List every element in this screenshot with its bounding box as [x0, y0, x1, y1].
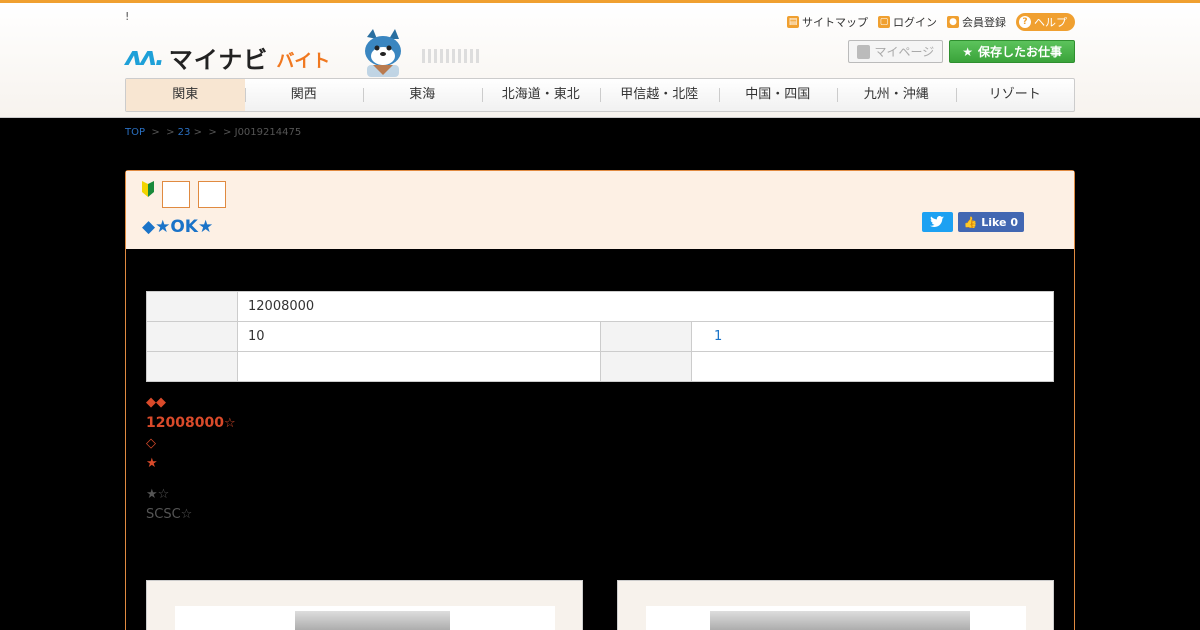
nav-item-hokkaido-tohoku[interactable]: 北海道・東北 [481, 79, 601, 111]
thumbs-up-icon: 👍 [963, 215, 978, 229]
table-cell [237, 351, 601, 382]
job-title: ◆★OK★ [142, 217, 214, 237]
logo-sub: バイト [276, 51, 331, 72]
photo-card [617, 580, 1054, 630]
hours-value: 10 [237, 321, 601, 352]
logo-mark: ʌʌ. [125, 42, 165, 72]
table-header-cell [146, 321, 238, 352]
facebook-like-button[interactable]: 👍 Like 0 [957, 212, 1024, 232]
desc-line: ★☆ [146, 487, 170, 502]
region-nav: 関東 関西 東海 北海道・東北 甲信越・北陸 中国・四国 九州・沖縄 リゾート [125, 78, 1075, 112]
info-link[interactable]: 1 [691, 321, 1054, 352]
staff-photo [710, 611, 970, 630]
mypage-label: マイページ [874, 45, 935, 59]
decorative-dots [422, 49, 479, 63]
table-header-cell [146, 291, 238, 322]
breadcrumb-sep: > > [145, 127, 178, 138]
saved-jobs-button[interactable]: ★ 保存したお仕事 [949, 40, 1075, 63]
register-label: 会員登録 [962, 16, 1006, 29]
sitemap-label: サイトマップ [802, 16, 868, 29]
login-label: ログイン [893, 16, 937, 29]
site-logo[interactable]: ʌʌ. マイナビ バイト [125, 37, 330, 77]
table-cell [691, 351, 1054, 382]
lock-icon: ▢ [878, 16, 890, 28]
table-header-cell [146, 351, 238, 382]
job-description: ◆◆ 12008000☆ ◇ ★ ★☆ SCSC☆ [146, 393, 236, 525]
nav-item-koshinetsu-hokuriku[interactable]: 甲信越・北陸 [600, 79, 719, 111]
notice-mark: ! [125, 10, 130, 23]
desc-line: SCSC☆ [146, 507, 193, 522]
register-link[interactable]: ● 会員登録 [947, 14, 1006, 30]
breadcrumb-area[interactable]: 23 [178, 127, 191, 138]
help-label: ヘルプ [1034, 16, 1067, 29]
breadcrumb-rest: > > > J0019214475 [190, 127, 302, 138]
breadcrumb-top[interactable]: TOP [125, 127, 145, 138]
twitter-bird-icon [930, 216, 945, 227]
login-link[interactable]: ▢ ログイン [878, 14, 937, 30]
facebook-like-label: Like 0 [981, 215, 1018, 229]
job-info-table: 12008000 10 1 [146, 291, 1054, 382]
table-header-cell [600, 321, 692, 352]
sitemap-icon: ▤ [787, 16, 799, 28]
desc-line: ◆◆ [146, 395, 166, 410]
beginner-mark-icon [142, 181, 154, 197]
desc-line: ◇ [146, 436, 156, 451]
desc-line: ★ [146, 456, 158, 471]
table-row: 12008000 [146, 291, 1054, 322]
job-panel: ◆★OK★ 👍 Like 0 12008000 10 1 ◆◆ 12008000… [125, 170, 1075, 630]
help-button[interactable]: ? ヘルプ [1016, 13, 1075, 31]
tag-box [162, 181, 190, 208]
desc-highlight: 12008000 [146, 415, 224, 431]
staff-photo [295, 611, 450, 630]
nav-item-resort[interactable]: リゾート [955, 79, 1075, 111]
tag-box [198, 181, 226, 208]
job-header: ◆★OK★ 👍 Like 0 [126, 171, 1074, 249]
table-row: 10 1 [146, 321, 1054, 352]
saved-jobs-label: 保存したお仕事 [977, 45, 1062, 59]
nav-item-kyushu-okinawa[interactable]: 九州・沖縄 [837, 79, 956, 111]
question-icon: ? [1019, 16, 1031, 28]
nav-item-kanto[interactable]: 関東 [126, 79, 245, 111]
user-icon: ● [947, 16, 959, 28]
twitter-share-button[interactable] [921, 212, 953, 232]
nav-item-tokai[interactable]: 東海 [363, 79, 482, 111]
table-row [146, 351, 1054, 382]
desc-line: 12008000☆ [146, 413, 236, 434]
nav-item-chugoku-shikoku[interactable]: 中国・四国 [718, 79, 838, 111]
logo-text: マイナビ [168, 45, 269, 74]
account-buttons: マイページ ★ 保存したお仕事 [848, 40, 1075, 63]
desc-star: ☆ [223, 416, 236, 431]
mypage-button[interactable]: マイページ [848, 40, 944, 63]
mascot-dog-icon [365, 29, 401, 77]
share-buttons: 👍 Like 0 [921, 212, 1024, 232]
photo-card [146, 580, 583, 630]
utility-links: ▤ サイトマップ ▢ ログイン ● 会員登録 ? ヘルプ [787, 13, 1075, 31]
sitemap-link[interactable]: ▤ サイトマップ [787, 14, 868, 30]
star-icon: ★ [962, 44, 973, 59]
salary-value: 12008000 [237, 291, 1054, 322]
breadcrumb: TOP > > 23 > > > J0019214475 [125, 127, 301, 138]
nav-item-kansai[interactable]: 関西 [244, 79, 364, 111]
table-header-cell [600, 351, 692, 382]
site-header: ! ʌʌ. マイナビ バイト ▤ サイトマップ ▢ ログイン ● 会員登録 ? … [0, 3, 1200, 118]
person-icon [857, 44, 871, 59]
